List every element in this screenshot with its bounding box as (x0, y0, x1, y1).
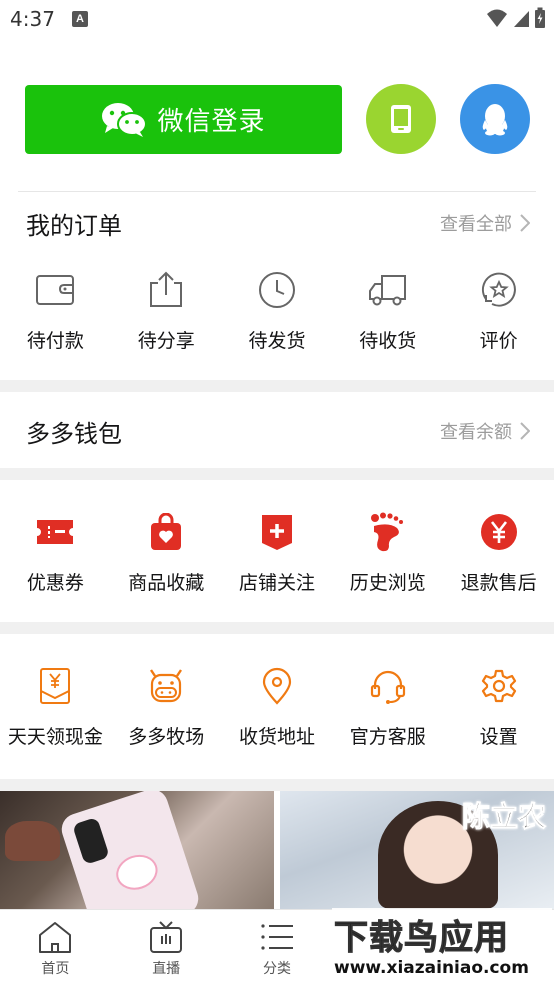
view-balance-label: 查看余额 (440, 422, 512, 443)
daily-cash-item[interactable]: 天天领现金 (0, 664, 111, 749)
wechat-login-button[interactable]: 微信登录 (25, 85, 342, 154)
product-card-label: 陈立农 (461, 800, 546, 834)
headset-icon (370, 670, 405, 704)
tab-label: 首页 (41, 961, 70, 977)
refund-icon (480, 514, 517, 550)
product-image-cake (5, 821, 60, 861)
gear-icon (481, 669, 516, 703)
order-item-label: 待付款 (26, 330, 84, 352)
home-icon (39, 922, 72, 953)
section-gap (0, 622, 554, 634)
cash-envelope-icon (40, 668, 71, 704)
orders-title: 我的订单 (26, 212, 122, 240)
tools-row-primary: 优惠券 商品收藏 店铺关注 历史浏览 退款售后 (0, 510, 554, 595)
status-time: 4:37 (10, 7, 55, 31)
settings-item[interactable]: 设置 (443, 664, 554, 749)
section-gap (0, 468, 554, 480)
tab-label: 分类 (262, 961, 291, 977)
ranch-item[interactable]: 多多牧场 (111, 664, 222, 749)
watermark-title: 下载鸟应用 (334, 918, 509, 959)
wallet-section[interactable]: 多多钱包 查看余额 (0, 392, 554, 468)
battery-icon (535, 7, 545, 28)
tool-label: 收货地址 (238, 726, 315, 748)
favorites-item[interactable]: 商品收藏 (111, 510, 222, 595)
order-item-label: 待发货 (248, 330, 306, 352)
watermark-logo: 下载鸟应用 www.xiazainiao.com (332, 908, 552, 980)
view-all-orders-link[interactable]: 查看全部 (440, 210, 530, 236)
chevron-right-icon (520, 214, 530, 232)
order-pending-payment[interactable]: 待付款 (0, 268, 111, 353)
order-item-label: 待分享 (137, 330, 195, 352)
cow-icon (150, 669, 183, 703)
clock-icon (258, 272, 295, 308)
order-review[interactable]: 评价 (443, 268, 554, 353)
tool-label: 官方客服 (349, 726, 426, 748)
tool-label: 设置 (479, 726, 518, 748)
list-icon (261, 924, 293, 950)
product-image-phone-case (57, 791, 203, 909)
tab-label: 直播 (152, 961, 181, 977)
login-area: 微信登录 (0, 38, 554, 191)
camera-module (72, 816, 110, 865)
status-bar: 4:37 A (0, 0, 554, 38)
tool-label: 店铺关注 (238, 572, 315, 594)
order-pending-share[interactable]: 待分享 (111, 268, 222, 353)
refund-aftersales-item[interactable]: 退款售后 (443, 510, 554, 595)
tool-label: 天天领现金 (7, 726, 103, 748)
shop-follow-icon (261, 515, 292, 550)
view-balance-link[interactable]: 查看余额 (440, 418, 530, 444)
order-status-row: 待付款 待分享 待发货 待收货 评价 (0, 268, 554, 353)
order-item-label: 评价 (479, 330, 518, 352)
qq-icon (482, 104, 508, 136)
order-item-label: 待收货 (359, 330, 417, 352)
wallet-icon (36, 275, 75, 305)
view-all-label: 查看全部 (440, 214, 512, 235)
review-icon (481, 272, 516, 307)
tab-live[interactable]: 直播 (111, 910, 222, 984)
phone-icon (391, 105, 411, 133)
location-icon (262, 667, 292, 705)
notification-icon: A (72, 11, 88, 27)
phone-login-button[interactable] (366, 84, 436, 154)
tools-row-secondary: 天天领现金 多多牧场 收货地址 官方客服 设置 (0, 664, 554, 749)
tab-categories[interactable]: 分类 (222, 910, 333, 984)
bag-heart-icon (151, 513, 182, 550)
share-icon (150, 271, 183, 307)
order-pending-receipt[interactable]: 待收货 (332, 268, 443, 353)
coupons-item[interactable]: 优惠券 (0, 510, 111, 595)
tool-label: 商品收藏 (128, 572, 205, 594)
qq-login-button[interactable] (460, 84, 530, 154)
wallet-title: 多多钱包 (26, 420, 122, 448)
watermark-url: www.xiazainiao.com (334, 958, 529, 978)
status-indicators (486, 7, 546, 29)
shipping-address-item[interactable]: 收货地址 (222, 664, 333, 749)
wifi-icon (487, 9, 507, 27)
my-orders-section: 我的订单 查看全部 待付款 待分享 待发货 待收货 评价 (0, 192, 554, 380)
truck-icon (368, 275, 406, 306)
customer-service-item[interactable]: 官方客服 (332, 664, 443, 749)
wechat-icon (102, 102, 148, 137)
tool-label: 历史浏览 (349, 572, 426, 594)
tab-home[interactable]: 首页 (0, 910, 111, 984)
tools-section-primary: 优惠券 商品收藏 店铺关注 历史浏览 退款售后 (0, 480, 554, 622)
coupon-icon (37, 520, 74, 544)
product-card[interactable]: 陈立农 (280, 791, 554, 909)
recommendation-feed: 陈立农 (0, 791, 554, 909)
product-card[interactable] (0, 791, 274, 909)
signal-icon (514, 11, 529, 27)
chevron-right-icon (520, 422, 530, 440)
tv-icon (150, 921, 183, 953)
section-gap (0, 380, 554, 392)
tool-label: 优惠券 (26, 572, 84, 594)
footprint-icon (370, 512, 403, 552)
wechat-login-label: 微信登录 (157, 107, 266, 137)
tool-label: 多多牧场 (128, 726, 205, 748)
hello-kitty-decoration (111, 849, 163, 895)
order-pending-shipment[interactable]: 待发货 (222, 268, 333, 353)
followed-shops-item[interactable]: 店铺关注 (222, 510, 333, 595)
browsing-history-item[interactable]: 历史浏览 (332, 510, 443, 595)
tools-section-secondary: 天天领现金 多多牧场 收货地址 官方客服 设置 (0, 634, 554, 779)
section-gap (0, 779, 554, 791)
tool-label: 退款售后 (460, 572, 537, 594)
